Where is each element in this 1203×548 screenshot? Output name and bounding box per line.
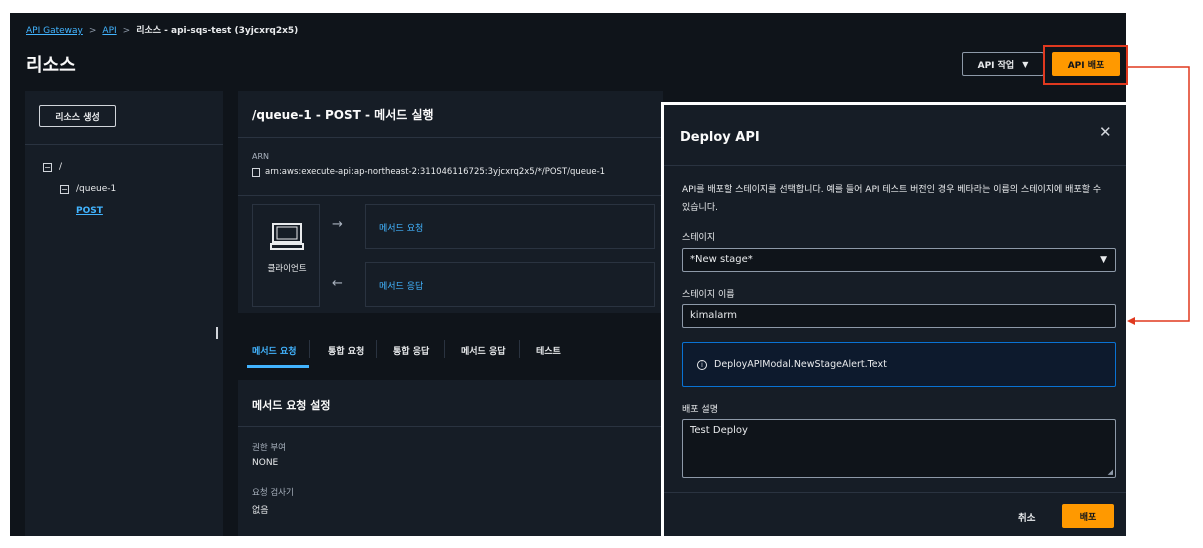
arn-label: ARN	[252, 152, 270, 161]
caret-down-icon: ▼	[1100, 255, 1107, 265]
api-actions-label: API 작업	[977, 60, 1015, 71]
stage-select[interactable]: *New stage* ▼	[682, 248, 1116, 272]
api-gateway-console: API Gateway > API > 리소스 - api-sqs-test (3yjc…	[10, 13, 1126, 536]
tab-test[interactable]: 테스트	[536, 344, 561, 357]
tree-item-label: /queue-1	[76, 184, 117, 194]
client-box: 클라이언트	[252, 204, 320, 307]
divider	[238, 426, 663, 427]
breadcrumb-api-gateway[interactable]: API Gateway	[26, 26, 83, 36]
tree-item-post[interactable]: POST	[76, 206, 103, 216]
new-stage-alert: i DeployAPIModal.NewStageAlert.Text	[682, 342, 1116, 387]
stage-label: 스테이지	[682, 233, 716, 243]
api-actions-button[interactable]: API 작업 ▼	[962, 52, 1044, 76]
resize-grip-icon[interactable]: ◢	[1108, 468, 1113, 476]
divider	[238, 137, 663, 138]
settings-title: 메서드 요청 설정	[252, 399, 331, 412]
arn-value: arn:aws:execute-api:ap-northeast-2:31104…	[265, 167, 606, 177]
tab-integration-request[interactable]: 통합 요청	[328, 344, 364, 357]
deploy-description-label: 배포 설명	[682, 405, 718, 415]
validator-value: 없음	[252, 506, 269, 516]
method-response-box[interactable]: 메서드 응답	[365, 262, 655, 307]
divider	[309, 340, 310, 358]
alert-text: DeployAPIModal.NewStageAlert.Text	[714, 359, 887, 370]
auth-value: NONE	[252, 458, 279, 468]
tab-integration-response[interactable]: 통합 응답	[393, 344, 429, 357]
divider	[238, 195, 663, 196]
resource-tree-panel: 리소스 생성 − / − /queue-1 POST	[25, 91, 223, 536]
auth-label: 권한 부여	[252, 443, 286, 453]
info-icon: i	[697, 359, 707, 370]
method-execution-card: /queue-1 - POST - 메서드 실행 ARN arn:aws:exe…	[238, 91, 663, 313]
method-request-link[interactable]: 메서드 요청	[379, 221, 423, 234]
tree-item-queue-1[interactable]: − /queue-1	[60, 184, 116, 194]
resize-handle[interactable]	[216, 327, 218, 339]
stage-select-value: *New stage*	[690, 254, 753, 265]
cancel-button[interactable]: 취소	[1018, 510, 1035, 524]
arrow-right-icon: →	[332, 217, 343, 232]
divider	[444, 340, 445, 358]
tree-item-label: /	[59, 162, 63, 172]
arrow-left-icon: ←	[332, 276, 343, 291]
collapse-icon[interactable]: −	[60, 184, 69, 194]
collapse-icon[interactable]: −	[43, 162, 52, 172]
deploy-api-modal: Deploy API ✕ API를 배포할 스테이지를 선택합니다. 예를 들어…	[661, 102, 1126, 536]
caret-down-icon: ▼	[1022, 59, 1029, 69]
stage-name-label: 스테이지 이름	[682, 290, 735, 300]
computer-icon	[270, 223, 304, 250]
method-request-settings-card: 메서드 요청 설정 권한 부여 NONE 요청 검사기 없음	[238, 380, 663, 536]
validator-label: 요청 검사기	[252, 488, 294, 498]
divider	[519, 340, 520, 358]
copy-icon[interactable]	[252, 167, 260, 177]
breadcrumb-api[interactable]: API	[102, 26, 116, 36]
annotation-arrow	[1127, 66, 1190, 325]
client-label: 클라이언트	[267, 264, 307, 274]
chevron-right-icon: >	[122, 26, 131, 36]
method-request-box[interactable]: 메서드 요청	[365, 204, 655, 249]
divider	[664, 165, 1126, 166]
divider	[664, 492, 1126, 493]
page-title: 리소스	[26, 55, 76, 76]
modal-description: API를 배포할 스테이지를 선택합니다. 예를 들어 API 테스트 버전인 …	[682, 185, 1102, 213]
arn-row: arn:aws:execute-api:ap-northeast-2:31104…	[252, 167, 605, 177]
deploy-button[interactable]: 배포	[1062, 504, 1114, 528]
active-tab-indicator	[247, 365, 309, 368]
method-response-link[interactable]: 메서드 응답	[379, 279, 423, 292]
create-resource-button[interactable]: 리소스 생성	[39, 105, 116, 127]
divider	[25, 144, 223, 145]
chevron-right-icon: >	[88, 26, 97, 36]
deploy-description-textarea[interactable]: Test Deploy ◢	[682, 419, 1116, 478]
tree-item-root[interactable]: − /	[43, 162, 62, 172]
highlight-box	[1043, 45, 1128, 85]
tab-method-response[interactable]: 메서드 응답	[461, 344, 506, 357]
tab-method-request[interactable]: 메서드 요청	[252, 344, 297, 357]
breadcrumb: API Gateway > API > 리소스 - api-sqs-test (3yjc…	[26, 23, 298, 36]
stage-name-input[interactable]: kimalarm	[682, 304, 1116, 328]
modal-title: Deploy API	[680, 130, 760, 145]
divider	[376, 340, 377, 358]
deploy-description-value: Test Deploy	[690, 425, 748, 436]
close-icon[interactable]: ✕	[1099, 123, 1112, 141]
breadcrumb-current: 리소스 - api-sqs-test (3yjcxrq2x5)	[136, 26, 299, 36]
method-execution-title: /queue-1 - POST - 메서드 실행	[252, 108, 434, 122]
